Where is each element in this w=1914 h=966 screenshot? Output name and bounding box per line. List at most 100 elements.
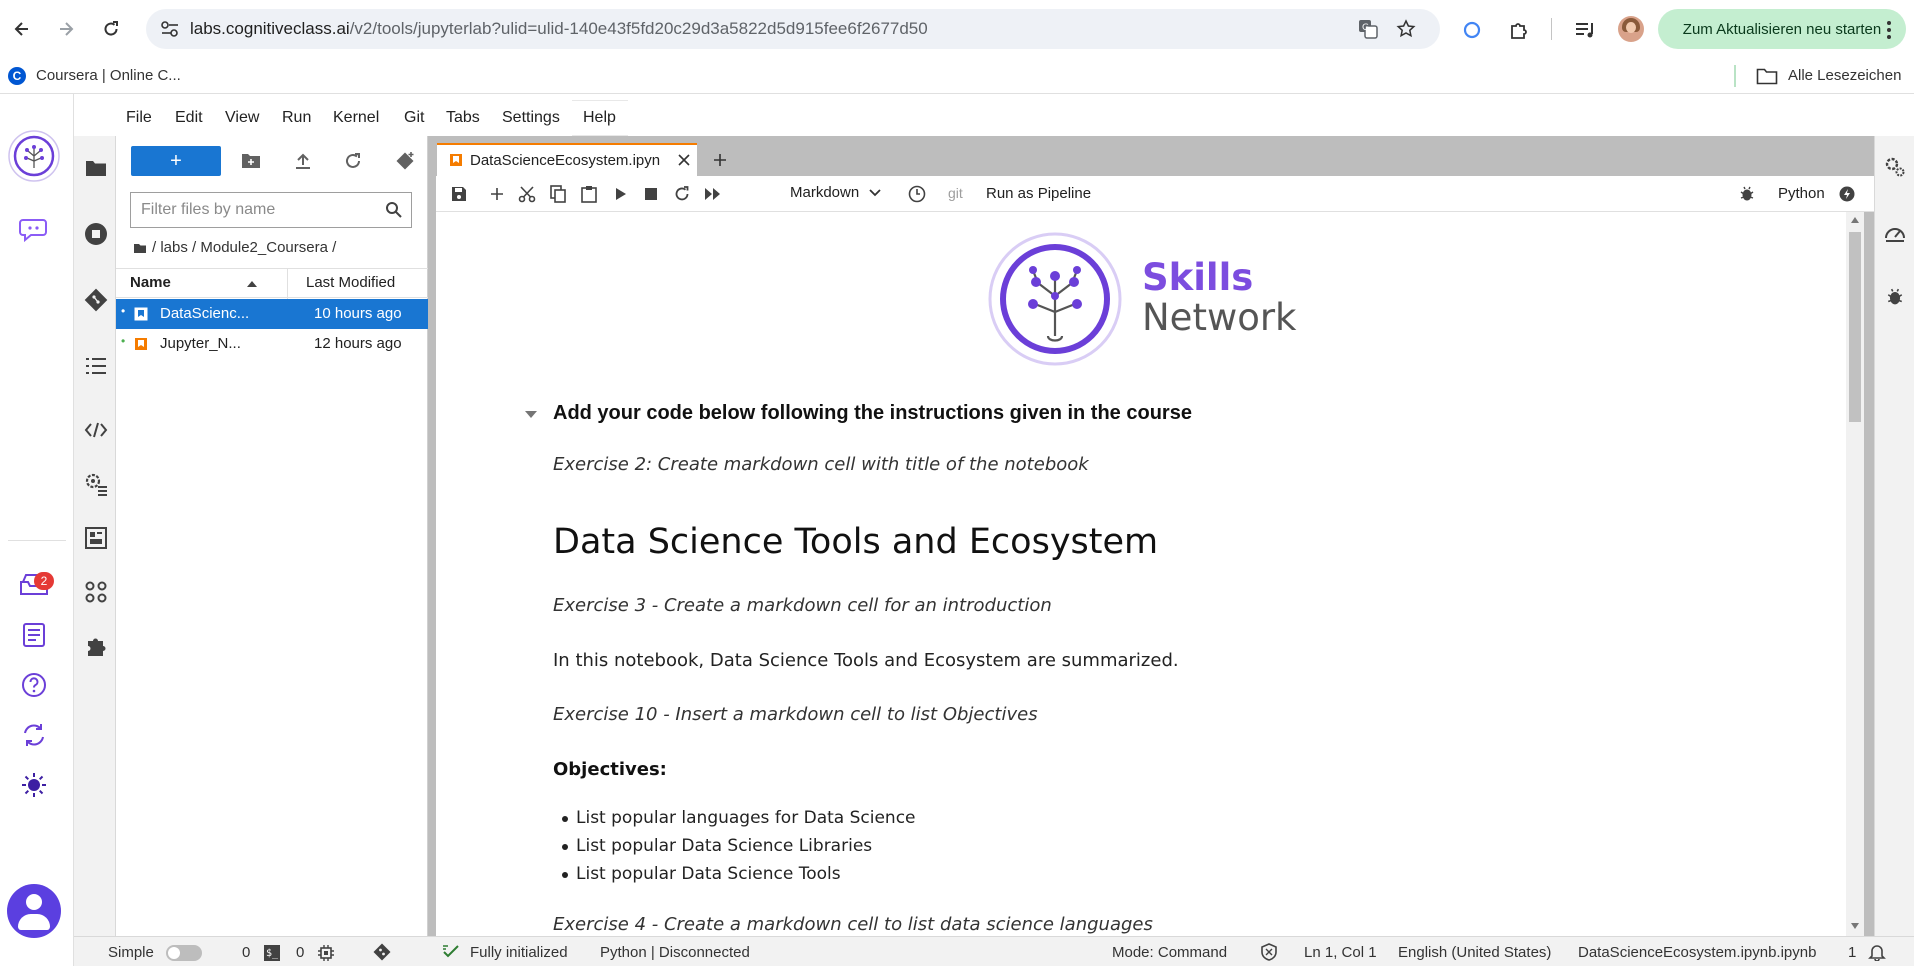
trust-shield-icon[interactable] xyxy=(1260,943,1278,961)
run-cell-button[interactable] xyxy=(612,185,630,203)
profile-avatar[interactable] xyxy=(1618,16,1644,42)
restart-run-all-button[interactable] xyxy=(704,185,722,203)
file-row[interactable]: • DataScienc... 10 hours ago xyxy=(116,299,428,329)
user-avatar[interactable] xyxy=(7,884,61,938)
runtimes-tab[interactable] xyxy=(84,472,108,496)
insert-cell-button[interactable] xyxy=(488,185,506,203)
all-bookmarks-link[interactable]: Alle Lesezeichen xyxy=(1788,67,1901,84)
file-filter-input[interactable] xyxy=(130,192,412,228)
file-row[interactable]: • Jupyter_N... 12 hours ago xyxy=(116,329,428,359)
terminal-count[interactable]: 0 xyxy=(242,944,250,961)
execution-time-button[interactable] xyxy=(908,185,926,203)
notebook-tab[interactable]: DataScienceEcosystem.ipyn xyxy=(437,143,697,176)
debugger-button[interactable] xyxy=(1738,185,1756,203)
menu-kernel[interactable]: Kernel xyxy=(333,109,379,127)
close-icon[interactable] xyxy=(678,154,690,166)
search-icon xyxy=(386,202,402,218)
menu-tabs[interactable]: Tabs xyxy=(446,109,480,127)
lsp-status-text[interactable]: Fully initialized xyxy=(470,944,568,961)
notes-icon[interactable] xyxy=(22,622,46,648)
new-tab-button[interactable] xyxy=(706,146,734,174)
bookmark-coursera[interactable]: Coursera | Online C... xyxy=(36,67,181,84)
kernel-name[interactable]: Python xyxy=(1778,185,1825,202)
run-pipeline-button[interactable]: Run as Pipeline xyxy=(986,185,1091,202)
extension-manager-tab[interactable] xyxy=(84,634,108,658)
translate-icon[interactable]: G xyxy=(1358,19,1378,39)
simple-mode-toggle[interactable] xyxy=(166,945,202,961)
chat-bot-icon[interactable] xyxy=(19,216,49,242)
terminal-icon[interactable]: $_ xyxy=(264,945,280,961)
exercise-note: Exercise 10 - Insert a markdown cell to … xyxy=(553,704,1038,725)
extensions-icon[interactable] xyxy=(1508,19,1530,41)
sort-ascending-icon[interactable] xyxy=(246,280,258,288)
menu-run[interactable]: Run xyxy=(282,109,311,127)
back-button[interactable] xyxy=(7,14,37,44)
kernel-status-text[interactable]: Python | Disconnected xyxy=(600,944,750,961)
copy-button[interactable] xyxy=(549,185,567,203)
menu-help[interactable]: Help xyxy=(583,109,616,127)
save-button[interactable] xyxy=(450,185,468,203)
running-sessions-tab[interactable] xyxy=(84,222,108,246)
scroll-thumb[interactable] xyxy=(1849,232,1861,422)
notification-count[interactable]: 1 xyxy=(1848,944,1856,961)
spellcheck-language[interactable]: English (United States) xyxy=(1398,944,1551,961)
scroll-down-icon[interactable] xyxy=(1850,922,1860,930)
refresh-button[interactable] xyxy=(342,150,364,172)
code-snippets-tab[interactable] xyxy=(84,418,108,442)
url-text[interactable]: labs.cognitiveclass.ai/v2/tools/jupyterl… xyxy=(190,19,928,39)
paste-button[interactable] xyxy=(580,185,598,203)
update-browser-button[interactable]: Zum Aktualisieren neu starten xyxy=(1658,9,1906,49)
address-bar[interactable]: labs.cognitiveclass.ai/v2/tools/jupyterl… xyxy=(146,9,1440,49)
reload-button[interactable] xyxy=(96,14,126,44)
notebook-content[interactable]: Skills Network Add your code below follo… xyxy=(436,212,1846,936)
debugger-panel-icon[interactable] xyxy=(1886,288,1904,306)
exercise-note: Exercise 3 - Create a markdown cell for … xyxy=(553,595,1052,616)
clock-icon xyxy=(908,185,926,203)
table-of-contents-tab[interactable] xyxy=(84,354,108,378)
cell-type-select[interactable]: Markdown xyxy=(790,184,882,201)
media-control-icon[interactable] xyxy=(1574,19,1596,41)
menu-settings[interactable]: Settings xyxy=(502,109,560,127)
breadcrumb[interactable]: / labs / Module2_Coursera / xyxy=(152,239,336,256)
interrupt-kernel-button[interactable] xyxy=(642,185,660,203)
kernel-count[interactable]: 0 xyxy=(296,944,304,961)
cursor-position[interactable]: Ln 1, Col 1 xyxy=(1304,944,1377,961)
sync-icon[interactable] xyxy=(21,722,47,748)
more-icon[interactable] xyxy=(1886,20,1892,40)
lens-icon[interactable] xyxy=(1462,20,1482,40)
new-launcher-button[interactable]: + xyxy=(131,146,221,176)
scroll-up-icon[interactable] xyxy=(1850,216,1860,224)
upload-button[interactable] xyxy=(292,150,314,172)
help-icon[interactable] xyxy=(21,672,47,698)
collapse-caret-icon[interactable] xyxy=(524,410,538,420)
file-filter-field[interactable] xyxy=(141,201,371,219)
new-folder-button[interactable] xyxy=(240,150,262,172)
menu-view[interactable]: View xyxy=(225,109,259,127)
git-status-icon[interactable] xyxy=(372,942,392,962)
star-icon[interactable] xyxy=(1396,19,1416,39)
skills-network-logo-icon[interactable] xyxy=(8,130,60,182)
home-folder-icon[interactable] xyxy=(133,243,147,254)
forward-button[interactable] xyxy=(51,14,81,44)
git-tab[interactable] xyxy=(84,288,108,312)
extensions-graph-tab[interactable] xyxy=(84,580,108,604)
file-browser-tab[interactable] xyxy=(84,156,108,180)
bell-icon[interactable] xyxy=(1868,943,1886,961)
component-catalog-tab[interactable] xyxy=(84,526,108,550)
theme-sun-icon[interactable] xyxy=(21,772,47,798)
resource-usage-icon[interactable] xyxy=(1884,222,1906,244)
column-modified-header[interactable]: Last Modified xyxy=(306,274,395,291)
restart-kernel-button[interactable] xyxy=(673,185,691,203)
git-diff-button[interactable]: git xyxy=(948,185,963,201)
lsp-status-icon[interactable] xyxy=(442,944,460,960)
menu-file[interactable]: File xyxy=(126,109,152,127)
menu-git[interactable]: Git xyxy=(404,109,424,127)
menu-edit[interactable]: Edit xyxy=(175,109,203,127)
git-clone-button[interactable] xyxy=(394,150,416,172)
property-inspector-icon[interactable] xyxy=(1884,156,1906,178)
cut-button[interactable] xyxy=(518,185,536,203)
cpu-icon[interactable] xyxy=(318,945,334,961)
active-filename[interactable]: DataScienceEcosystem.ipynb.ipynb xyxy=(1578,944,1816,961)
column-name-header[interactable]: Name xyxy=(130,274,171,291)
notebook-scrollbar[interactable] xyxy=(1846,212,1864,936)
